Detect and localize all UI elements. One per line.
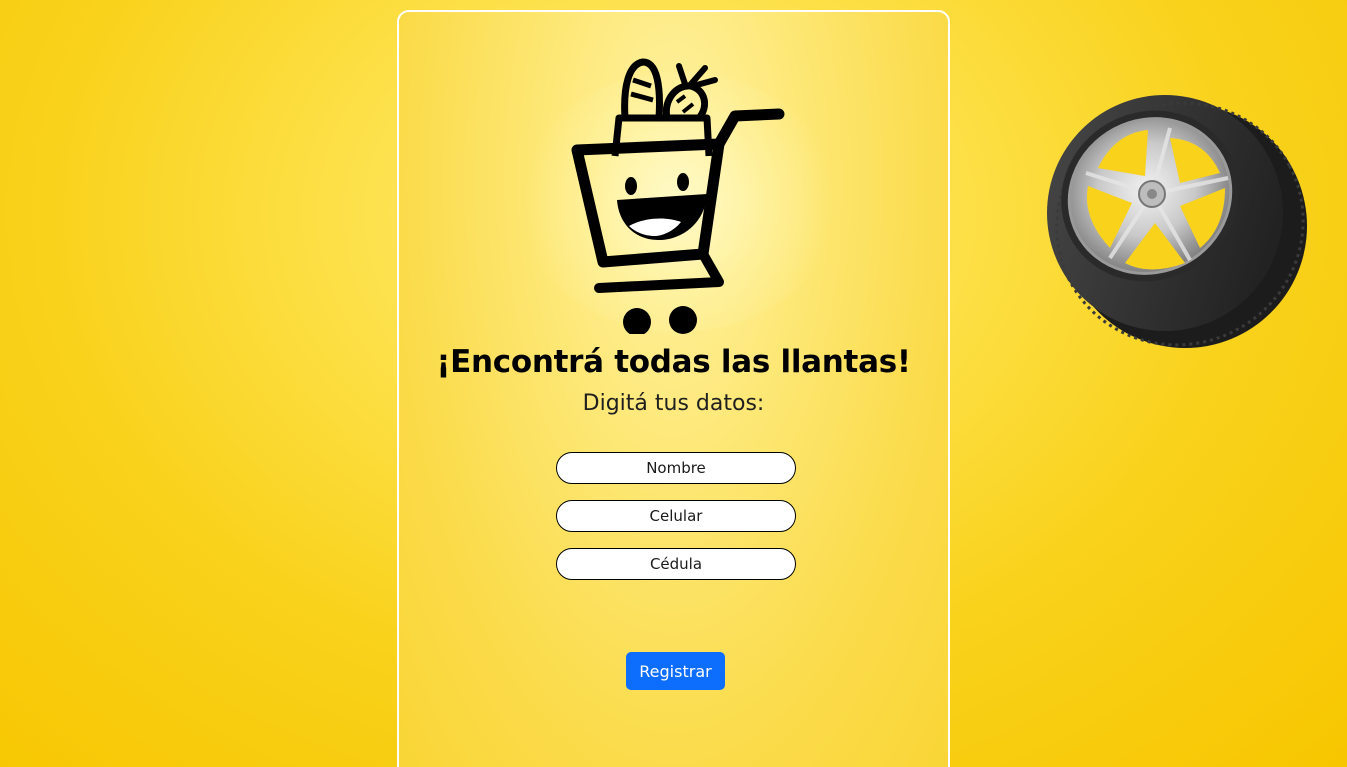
form-subtitle: Digitá tus datos: bbox=[582, 391, 765, 416]
shopping-cart-mascot-icon bbox=[571, 58, 785, 334]
phone-field[interactable] bbox=[556, 500, 796, 532]
name-field[interactable] bbox=[556, 452, 796, 484]
registration-card: ¡Encontrá todas las llantas! Digitá tus … bbox=[397, 10, 950, 767]
tire-icon bbox=[1047, 94, 1307, 348]
id-number-field[interactable] bbox=[556, 548, 796, 580]
page-title: ¡Encontrá todas las llantas! bbox=[436, 344, 911, 380]
register-button[interactable]: Registrar bbox=[626, 652, 725, 690]
